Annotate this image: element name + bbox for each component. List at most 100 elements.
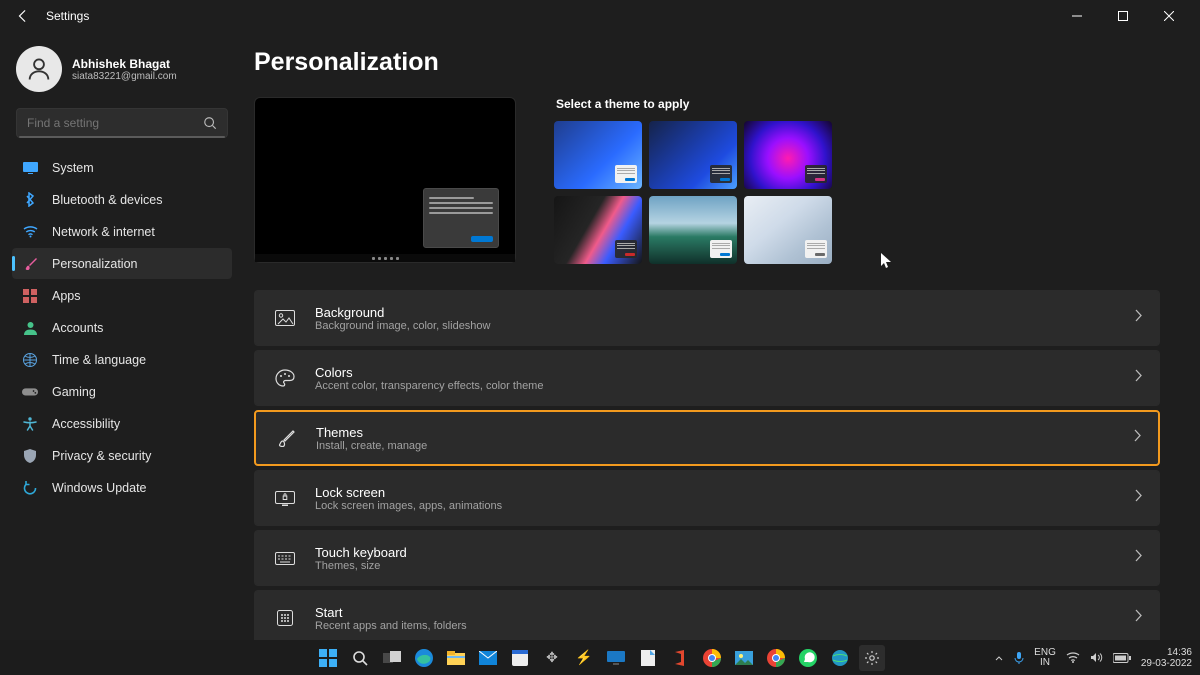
globe-icon <box>22 352 38 368</box>
sidebar-item-label: Privacy & security <box>52 449 151 463</box>
sidebar-item-upd[interactable]: Windows Update <box>12 472 232 503</box>
setting-subtitle: Background image, color, slideshow <box>315 320 1134 332</box>
sidebar-item-time[interactable]: Time & language <box>12 344 232 375</box>
user-name: Abhishek Bhagat <box>72 57 177 71</box>
setting-start[interactable]: StartRecent apps and items, folders <box>254 590 1160 640</box>
maximize-button[interactable] <box>1100 1 1146 31</box>
avatar <box>16 46 62 92</box>
taskbar-search[interactable] <box>347 645 373 671</box>
colors-icon <box>271 369 299 387</box>
setting-subtitle: Install, create, manage <box>316 440 1133 452</box>
brush-icon <box>22 256 38 272</box>
gamepad-icon <box>22 384 38 400</box>
search-box[interactable] <box>16 108 228 138</box>
touchkb-icon <box>271 552 299 565</box>
setting-subtitle: Accent color, transparency effects, colo… <box>315 380 1134 392</box>
theme-flow-red[interactable] <box>554 196 642 264</box>
taskbar-chrome[interactable] <box>699 645 725 671</box>
accessibility-icon <box>22 416 38 432</box>
search-icon <box>203 116 217 130</box>
tray-battery-icon[interactable] <box>1113 653 1131 663</box>
setting-subtitle: Themes, size <box>315 560 1134 572</box>
setting-themes[interactable]: ThemesInstall, create, manage <box>254 410 1160 466</box>
sidebar-item-apps[interactable]: Apps <box>12 280 232 311</box>
setting-subtitle: Recent apps and items, folders <box>315 620 1134 632</box>
sidebar-item-a11y[interactable]: Accessibility <box>12 408 232 439</box>
setting-lockscreen[interactable]: Lock screenLock screen images, apps, ani… <box>254 470 1160 526</box>
user-account[interactable]: Abhishek Bhagat siata83221@gmail.com <box>12 40 232 102</box>
taskbar-chrome-2[interactable] <box>763 645 789 671</box>
taskbar-whatsapp[interactable] <box>795 645 821 671</box>
sidebar-item-label: Time & language <box>52 353 146 367</box>
sidebar-item-system[interactable]: System <box>12 152 232 183</box>
chevron-right-icon <box>1134 609 1143 627</box>
window-title: Settings <box>46 9 89 23</box>
tray-language[interactable]: ENGIN <box>1034 648 1056 668</box>
taskbar-start[interactable] <box>315 645 341 671</box>
tray-wifi-icon[interactable] <box>1066 652 1080 663</box>
user-email: siata83221@gmail.com <box>72 71 177 82</box>
theme-win-dark[interactable] <box>649 121 737 189</box>
tray-volume-icon[interactable] <box>1090 652 1103 663</box>
sidebar-item-label: Apps <box>52 289 81 303</box>
theme-win-light[interactable] <box>554 121 642 189</box>
sidebar-item-label: Bluetooth & devices <box>52 193 163 207</box>
setting-title: Themes <box>316 425 1133 440</box>
apps-icon <box>22 288 38 304</box>
setting-title: Lock screen <box>315 485 1134 500</box>
wifi-icon <box>22 224 38 240</box>
back-button[interactable] <box>8 1 38 31</box>
theme-sunrise[interactable] <box>744 196 832 264</box>
theme-cap-motion[interactable] <box>649 196 737 264</box>
theme-glow[interactable] <box>744 121 832 189</box>
taskbar-calendar[interactable] <box>507 645 533 671</box>
sidebar-item-net[interactable]: Network & internet <box>12 216 232 247</box>
setting-title: Start <box>315 605 1134 620</box>
sidebar-item-label: Personalization <box>52 257 137 271</box>
setting-colors[interactable]: ColorsAccent color, transparency effects… <box>254 350 1160 406</box>
monitor-icon <box>22 160 38 176</box>
taskbar-bolt[interactable]: ⚡ <box>571 645 597 671</box>
sidebar-item-priv[interactable]: Privacy & security <box>12 440 232 471</box>
start-icon <box>271 610 299 626</box>
tray-clock[interactable]: 14:3629-03-2022 <box>1141 647 1192 669</box>
chevron-right-icon <box>1133 429 1142 447</box>
sidebar-item-game[interactable]: Gaming <box>12 376 232 407</box>
taskbar-explorer[interactable] <box>443 645 469 671</box>
search-input[interactable] <box>27 116 203 130</box>
taskbar-settings[interactable] <box>859 645 885 671</box>
person-icon <box>22 320 38 336</box>
sidebar-item-pers[interactable]: Personalization <box>12 248 232 279</box>
taskbar-note[interactable] <box>635 645 661 671</box>
setting-title: Colors <box>315 365 1134 380</box>
shield-icon <box>22 448 38 464</box>
chevron-right-icon <box>1134 369 1143 387</box>
setting-title: Background <box>315 305 1134 320</box>
taskbar-monitor[interactable] <box>603 645 629 671</box>
themes-label: Select a theme to apply <box>556 97 832 111</box>
sidebar-item-label: Network & internet <box>52 225 155 239</box>
tray-mic-icon[interactable] <box>1014 652 1024 664</box>
tray-chevron-icon[interactable] <box>994 653 1004 663</box>
chevron-right-icon <box>1134 489 1143 507</box>
sidebar-item-label: Accounts <box>52 321 103 335</box>
chevron-right-icon <box>1134 549 1143 567</box>
background-icon <box>271 310 299 326</box>
taskbar-taskview[interactable] <box>379 645 405 671</box>
setting-background[interactable]: BackgroundBackground image, color, slide… <box>254 290 1160 346</box>
taskbar-office[interactable] <box>667 645 693 671</box>
setting-touchkb[interactable]: Touch keyboardThemes, size <box>254 530 1160 586</box>
setting-subtitle: Lock screen images, apps, animations <box>315 500 1134 512</box>
close-button[interactable] <box>1146 1 1192 31</box>
taskbar-mail[interactable] <box>475 645 501 671</box>
taskbar-globe[interactable] <box>827 645 853 671</box>
sidebar-item-bt[interactable]: Bluetooth & devices <box>12 184 232 215</box>
minimize-button[interactable] <box>1054 1 1100 31</box>
taskbar-photo[interactable] <box>731 645 757 671</box>
taskbar-dropbox[interactable]: ✥ <box>539 645 565 671</box>
update-icon <box>22 480 38 496</box>
taskbar-edge[interactable] <box>411 645 437 671</box>
sidebar-item-label: Accessibility <box>52 417 120 431</box>
bluetooth-icon <box>22 192 38 208</box>
sidebar-item-acct[interactable]: Accounts <box>12 312 232 343</box>
